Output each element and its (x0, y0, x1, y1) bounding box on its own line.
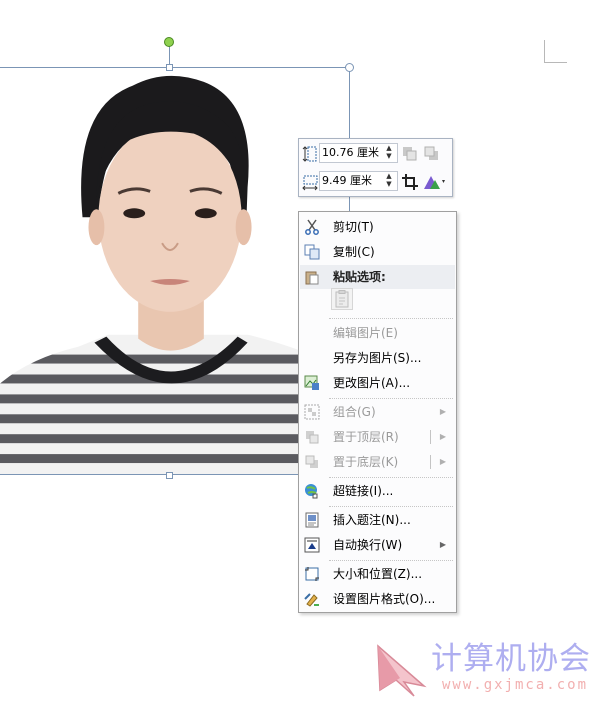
change-picture-icon (304, 375, 319, 390)
menu-item-label: 插入题注(N)... (333, 513, 411, 527)
menu-item-format-picture[interactable]: 设置图片格式(O)... (300, 587, 455, 611)
menu-item-hyperlink[interactable]: 超链接(I)... (300, 479, 455, 503)
menu-separator (329, 477, 453, 478)
send-backward-icon[interactable] (423, 145, 441, 163)
menu-item-label: 复制(C) (333, 245, 375, 259)
submenu-arrow-icon: ▶ (439, 432, 446, 441)
submenu-arrow-icon: ▶ (439, 457, 446, 466)
height-spinner[interactable]: ▲ ▼ (383, 144, 395, 160)
menu-item-cut[interactable]: 剪切(T) (300, 215, 455, 239)
menu-item-label: 大小和位置(Z)... (333, 567, 423, 581)
resize-handle-top-right[interactable] (345, 63, 354, 72)
text-wrapping-icon (304, 537, 320, 553)
hyperlink-globe-icon (305, 484, 318, 499)
menu-item-label: 组合(G) (333, 405, 376, 419)
menu-item-send-to-back: 置于底层(K) ▶ (300, 450, 455, 474)
menu-item-group: 组合(G) ▶ (300, 400, 455, 424)
paste-options-icon (305, 271, 319, 285)
shape-height-icon (302, 146, 317, 162)
watermark-logo-icon (377, 644, 427, 697)
watermark-url: www.gxjmca.com (442, 677, 589, 693)
submenu-arrow-icon: ▶ (439, 407, 446, 416)
height-row: 10.76 厘米 ▲ ▼ (299, 141, 452, 167)
menu-separator (329, 318, 453, 319)
menu-item-save-as-picture[interactable]: 另存为图片(S)... (300, 346, 455, 370)
split-divider (430, 455, 431, 469)
menu-item-label: 置于底层(K) (333, 455, 399, 469)
menu-item-copy[interactable]: 复制(C) (300, 240, 455, 264)
copy-icon (304, 244, 320, 260)
menu-item-label: 自动换行(W) (333, 538, 403, 552)
paste-keep-format-icon[interactable] (331, 288, 353, 310)
width-row: 9.49 厘米 ▲ ▼ (299, 169, 452, 195)
page-corner-mark (544, 40, 567, 63)
menu-item-text-wrapping[interactable]: 自动换行(W) ▶ (300, 533, 455, 557)
menu-item-insert-caption[interactable]: 插入题注(N)... (300, 508, 455, 532)
rotate-handle[interactable] (164, 37, 174, 47)
recolor-icon[interactable] (422, 173, 448, 191)
bring-forward-icon[interactable] (401, 145, 419, 163)
split-divider (430, 430, 431, 444)
menu-item-label: 超链接(I)... (333, 484, 394, 498)
portrait-photo (0, 75, 349, 474)
clipboard-icon (335, 290, 349, 308)
menu-separator (329, 398, 453, 399)
crop-icon[interactable] (401, 173, 419, 191)
menu-separator (329, 506, 453, 507)
group-icon (304, 404, 320, 420)
size-position-icon (305, 567, 319, 581)
send-to-back-icon (305, 455, 318, 468)
width-spinner[interactable]: ▲ ▼ (383, 172, 395, 188)
menu-item-label: 置于顶层(R) (333, 430, 399, 444)
menu-item-change-picture[interactable]: 更改图片(A)... (300, 371, 455, 395)
format-picture-icon (304, 593, 319, 607)
scissors-icon (305, 219, 319, 235)
shape-width-icon (302, 175, 318, 191)
menu-item-edit-picture: 编辑图片(E) (300, 321, 455, 345)
bring-to-front-icon (306, 431, 319, 444)
menu-item-label: 剪切(T) (333, 220, 374, 234)
menu-item-label: 另存为图片(S)... (333, 351, 422, 365)
menu-item-label: 设置图片格式(O)... (333, 592, 436, 606)
menu-item-label: 粘贴选项: (333, 270, 386, 284)
menu-item-bring-to-front: 置于顶层(R) ▶ (300, 425, 455, 449)
menu-item-label: 编辑图片(E) (333, 326, 398, 340)
context-menu: 剪切(T) 复制(C) 粘贴选项: 编辑图片(E) 另存为图片(S)... 更改… (298, 211, 457, 613)
submenu-arrow-icon: ▶ (439, 540, 446, 549)
picture-mini-toolbar: 10.76 厘米 ▲ ▼ 9.49 厘米 ▲ ▼ (298, 138, 453, 197)
insert-caption-icon (305, 512, 319, 528)
menu-header-paste-options: 粘贴选项: (300, 265, 455, 289)
resize-handle-bottom[interactable] (166, 472, 173, 479)
resize-handle-top[interactable] (166, 64, 173, 71)
menu-item-label: 更改图片(A)... (333, 376, 411, 390)
watermark-title: 计算机协会 (431, 641, 591, 677)
menu-separator (329, 560, 453, 561)
menu-item-size-and-position[interactable]: 大小和位置(Z)... (300, 562, 455, 586)
